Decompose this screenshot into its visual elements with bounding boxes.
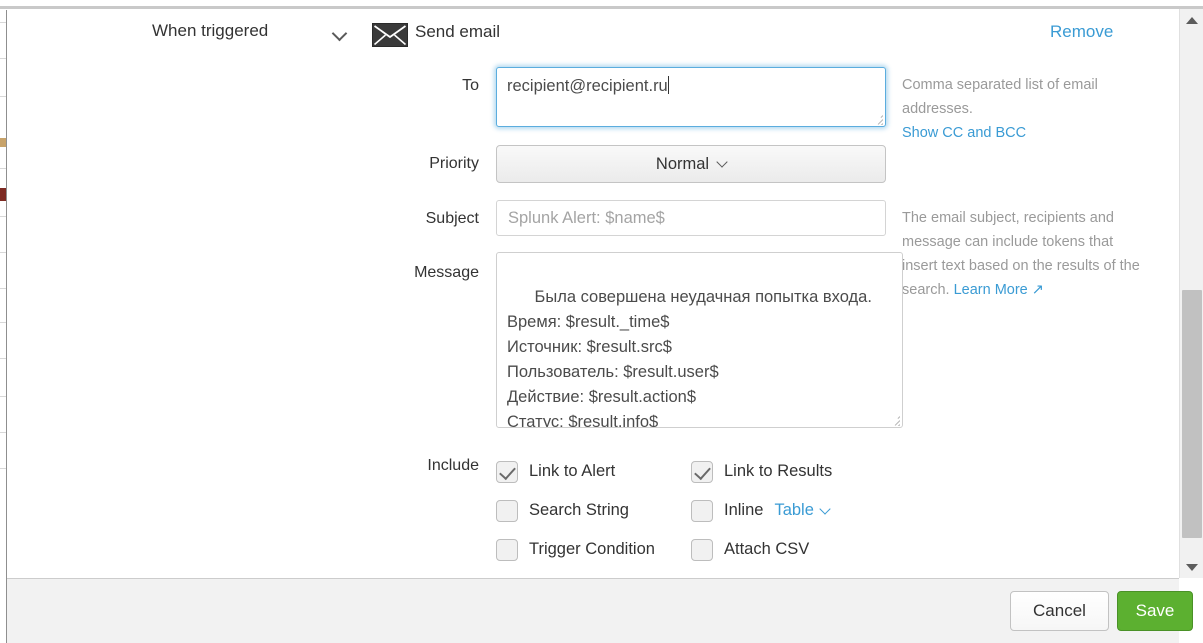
checkbox-icon[interactable] <box>691 461 713 483</box>
message-help-line1: The email subject, recipients and <box>902 206 1160 230</box>
show-cc-bcc-link[interactable]: Show CC and BCC <box>902 125 1026 141</box>
scroll-up-button[interactable] <box>1180 9 1203 31</box>
subject-placeholder: Splunk Alert: $name$ <box>508 209 665 227</box>
include-left-column: Link to Alert Search String Trigger Cond… <box>496 452 655 578</box>
checkbox-inline[interactable]: Inline Table <box>691 491 832 530</box>
message-help-text: The email subject, recipients and messag… <box>902 206 1160 302</box>
checkbox-icon[interactable] <box>691 539 713 561</box>
splunk-alert-action-modal: When triggered Send email Remove To reci… <box>0 0 1203 643</box>
checkbox-trigger-time[interactable]: Trigger Time <box>496 569 655 578</box>
to-help-line1: Comma separated list of email <box>902 73 1160 97</box>
checkbox-label: Attach CSV <box>724 540 809 559</box>
save-button[interactable]: Save <box>1117 591 1193 631</box>
include-field-label: Include <box>299 457 479 475</box>
checkbox-label: Search String <box>529 501 629 520</box>
text-caret <box>668 76 669 94</box>
checkbox-icon[interactable] <box>496 500 518 522</box>
to-help-line2: addresses. <box>902 97 1160 121</box>
chevron-down-icon <box>819 503 830 514</box>
include-right-column: Link to Results Inline Table Attach CSV <box>691 452 832 578</box>
inline-format-dropdown[interactable]: Table <box>774 501 828 520</box>
priority-dropdown[interactable]: Normal <box>496 145 886 183</box>
subject-field-label: Subject <box>299 210 479 228</box>
checkbox-icon[interactable] <box>496 461 518 483</box>
to-help-text: Comma separated list of email addresses.… <box>902 73 1160 145</box>
priority-field-label: Priority <box>299 155 479 173</box>
checkbox-attach-pdf[interactable]: Attach PDF <box>691 569 832 578</box>
checkbox-label: Link to Results <box>724 462 832 481</box>
to-input-value: recipient@recipient.ru <box>507 77 668 95</box>
to-input[interactable]: recipient@recipient.ru <box>496 67 886 127</box>
checkbox-link-to-results[interactable]: Link to Results <box>691 452 832 491</box>
message-help-line4-text: search. <box>902 282 950 298</box>
checkbox-attach-csv[interactable]: Attach CSV <box>691 530 832 569</box>
scroll-down-button[interactable] <box>1180 556 1203 578</box>
resize-grip-icon[interactable] <box>871 113 883 125</box>
checkbox-link-to-alert[interactable]: Link to Alert <box>496 452 655 491</box>
priority-value: Normal <box>656 155 709 174</box>
envelope-icon <box>372 23 408 47</box>
checkbox-icon[interactable] <box>691 500 713 522</box>
chevron-down-icon <box>716 156 727 167</box>
modal-scroll-body: When triggered Send email Remove To reci… <box>7 9 1179 578</box>
vertical-scrollbar[interactable] <box>1179 9 1203 578</box>
triangle-up-icon <box>1186 17 1198 24</box>
learn-more-label: Learn More <box>954 282 1028 298</box>
message-help-line4: search. Learn More ↗ <box>902 278 1160 302</box>
inline-format-value: Table <box>774 501 813 520</box>
message-help-line2: message can include tokens that <box>902 230 1160 254</box>
action-title: Send email <box>415 22 500 42</box>
chevron-down-icon <box>334 24 345 44</box>
checkbox-label: Trigger Condition <box>529 540 655 559</box>
external-link-icon: ↗ <box>1028 282 1044 298</box>
checkbox-label: Link to Alert <box>529 462 615 481</box>
when-triggered-dropdown[interactable]: When triggered <box>152 21 352 47</box>
message-help-line3: insert text based on the results of the <box>902 254 1160 278</box>
triangle-down-icon <box>1186 564 1198 571</box>
checkbox-search-string[interactable]: Search String <box>496 491 655 530</box>
modal-footer: Cancel Save <box>7 578 1179 643</box>
learn-more-link[interactable]: Learn More ↗ <box>954 282 1044 298</box>
checkbox-trigger-condition[interactable]: Trigger Condition <box>496 530 655 569</box>
when-triggered-label: When triggered <box>152 21 268 41</box>
checkbox-label: Inline <box>724 501 763 520</box>
message-textarea[interactable]: Была совершена неудачная попытка входа. … <box>496 252 903 428</box>
cancel-button[interactable]: Cancel <box>1010 591 1109 631</box>
action-header: When triggered Send email Remove <box>7 9 1179 55</box>
scrollbar-thumb[interactable] <box>1182 290 1202 538</box>
subject-input[interactable]: Splunk Alert: $name$ <box>496 200 886 236</box>
remove-action-link[interactable]: Remove <box>1050 22 1113 42</box>
message-field-label: Message <box>299 264 479 282</box>
message-value: Была совершена неудачная попытка входа. … <box>507 288 872 428</box>
to-field-label: To <box>299 77 479 95</box>
resize-grip-icon[interactable] <box>888 414 900 426</box>
checkbox-icon[interactable] <box>496 539 518 561</box>
